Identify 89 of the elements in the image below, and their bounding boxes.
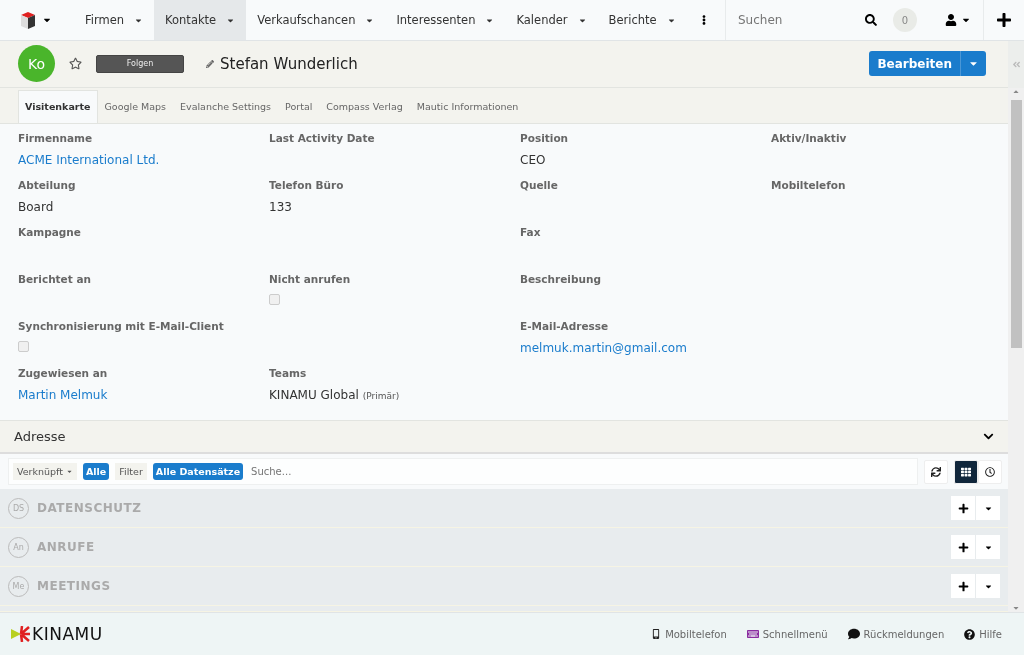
field-label: Quelle [520,178,559,191]
footer-link[interactable]: Mobiltelefon [651,628,727,640]
field-label: Abteilung [18,178,77,191]
star-icon[interactable] [69,57,82,71]
footer-link[interactable]: Hilfe [964,628,1002,640]
tab[interactable]: Visitenkarte [18,89,98,123]
add-icon[interactable] [996,12,1012,28]
search-field[interactable]: Suchen [736,12,865,28]
subpanel-title: ANRUFE [37,540,96,555]
footer-link[interactable]: Rückmeldungen [847,628,945,640]
field-label: Aktiv/Inaktiv [771,131,848,144]
field-label: Teams [269,366,308,379]
pencil-icon[interactable] [206,59,214,68]
scroll-down-icon[interactable] [1012,604,1020,612]
nav-menu-item[interactable]: Verkaufschancen [246,0,386,40]
field-value: Board [18,199,55,214]
plus-icon[interactable] [957,502,969,514]
view-button[interactable] [954,459,978,484]
add-button[interactable] [951,574,975,599]
scroll-up-icon[interactable] [1012,88,1020,96]
field-label: Telefon Büro [269,178,345,191]
plus-icon[interactable] [957,580,969,592]
field-value: KINAMU Global [269,387,359,402]
field-label: Synchronisierung mit E-Mail-Client [18,319,225,332]
caret-button[interactable] [976,574,1000,599]
linked-dropdown[interactable]: Verknüpft [13,463,77,481]
field-value: CEO [520,152,547,167]
tab[interactable]: Evalanche Settings [173,89,279,123]
address-panel[interactable]: Adresse [0,420,1008,455]
caret-button[interactable] [976,535,1000,560]
field-label: Zugewiesen an [18,366,109,379]
field-link[interactable]: Martin Melmuk [18,387,108,402]
footer-link[interactable]: Schnellmenü [746,628,828,640]
tab[interactable]: Mautic Informationen [409,89,526,123]
tab[interactable]: Google Maps [97,89,174,123]
field-value: 133 [269,199,293,214]
follow-button[interactable]: Folgen [96,54,184,73]
nav-menu-item[interactable]: Interessenten [385,0,506,40]
clock-icon[interactable] [985,466,995,477]
field-label: Beschreibung [520,272,602,285]
nav-menu-item[interactable]: Firmen [74,0,155,40]
help-icon [964,628,976,640]
keyboard-icon [746,628,759,640]
search-icon[interactable] [865,14,877,26]
caret-button[interactable] [976,496,1000,521]
nav-menu-item[interactable]: Kalender [505,0,598,40]
field-label: Nicht anrufen [269,272,352,285]
user-icon[interactable] [945,14,957,26]
nav-menu-item[interactable]: Berichte [597,0,687,40]
field-label: Mobiltelefon [771,178,847,191]
record-title: Stefan Wunderlich [220,54,358,73]
filter-value-tag[interactable]: Alle Datensätze [152,463,244,481]
grid-icon[interactable] [961,466,971,477]
field-link[interactable]: melmuk.martin@gmail.com [520,340,687,355]
field-note: (Primär) [362,390,400,401]
mobile-phone-icon [651,629,662,639]
subpanel-title: MEETINGS [37,579,112,594]
linked-value-tag[interactable]: Alle [83,463,110,481]
field-label: Last Activity Date [269,131,376,144]
subpanel-title: DATENSCHUTZ [37,501,143,516]
field-label: Fax [520,225,542,238]
panel-title: Adresse [14,429,66,445]
avatar: Ko [18,45,55,83]
speech-bubble-icon [847,628,860,640]
tab[interactable]: Portal [278,89,320,123]
filter-field[interactable]: Verknüpft Alle Filter Alle Datensätze Suche... [8,458,918,486]
nav-menu-item[interactable]: Kontakte [154,0,247,40]
field-link[interactable]: ACME International Ltd. [18,152,160,167]
tab[interactable]: Compass Verlag [319,89,410,123]
field-label: Position [520,131,570,144]
add-button[interactable] [951,496,975,521]
brand-name: KINAMU [32,624,103,644]
refresh-icon[interactable] [931,466,941,477]
add-button[interactable] [951,535,975,560]
asterisk-logo-icon [10,626,30,642]
field-label: E-Mail-Adresse [520,319,610,332]
view-button[interactable] [978,459,1002,484]
checkbox[interactable] [18,340,29,352]
plus-icon[interactable] [957,541,969,553]
refresh-button[interactable] [924,459,948,484]
notification-badge[interactable]: 0 [893,8,917,32]
field-label: Kampagne [18,225,82,238]
search-field[interactable]: Suche... [249,465,913,479]
filter-dropdown[interactable]: Filter [115,463,147,481]
field-label: Berichtet an [18,272,92,285]
scrollbar[interactable] [1008,88,1024,612]
field-label: Firmenname [18,131,94,144]
checkbox[interactable] [269,293,280,305]
cube-logo-icon[interactable] [20,10,36,30]
